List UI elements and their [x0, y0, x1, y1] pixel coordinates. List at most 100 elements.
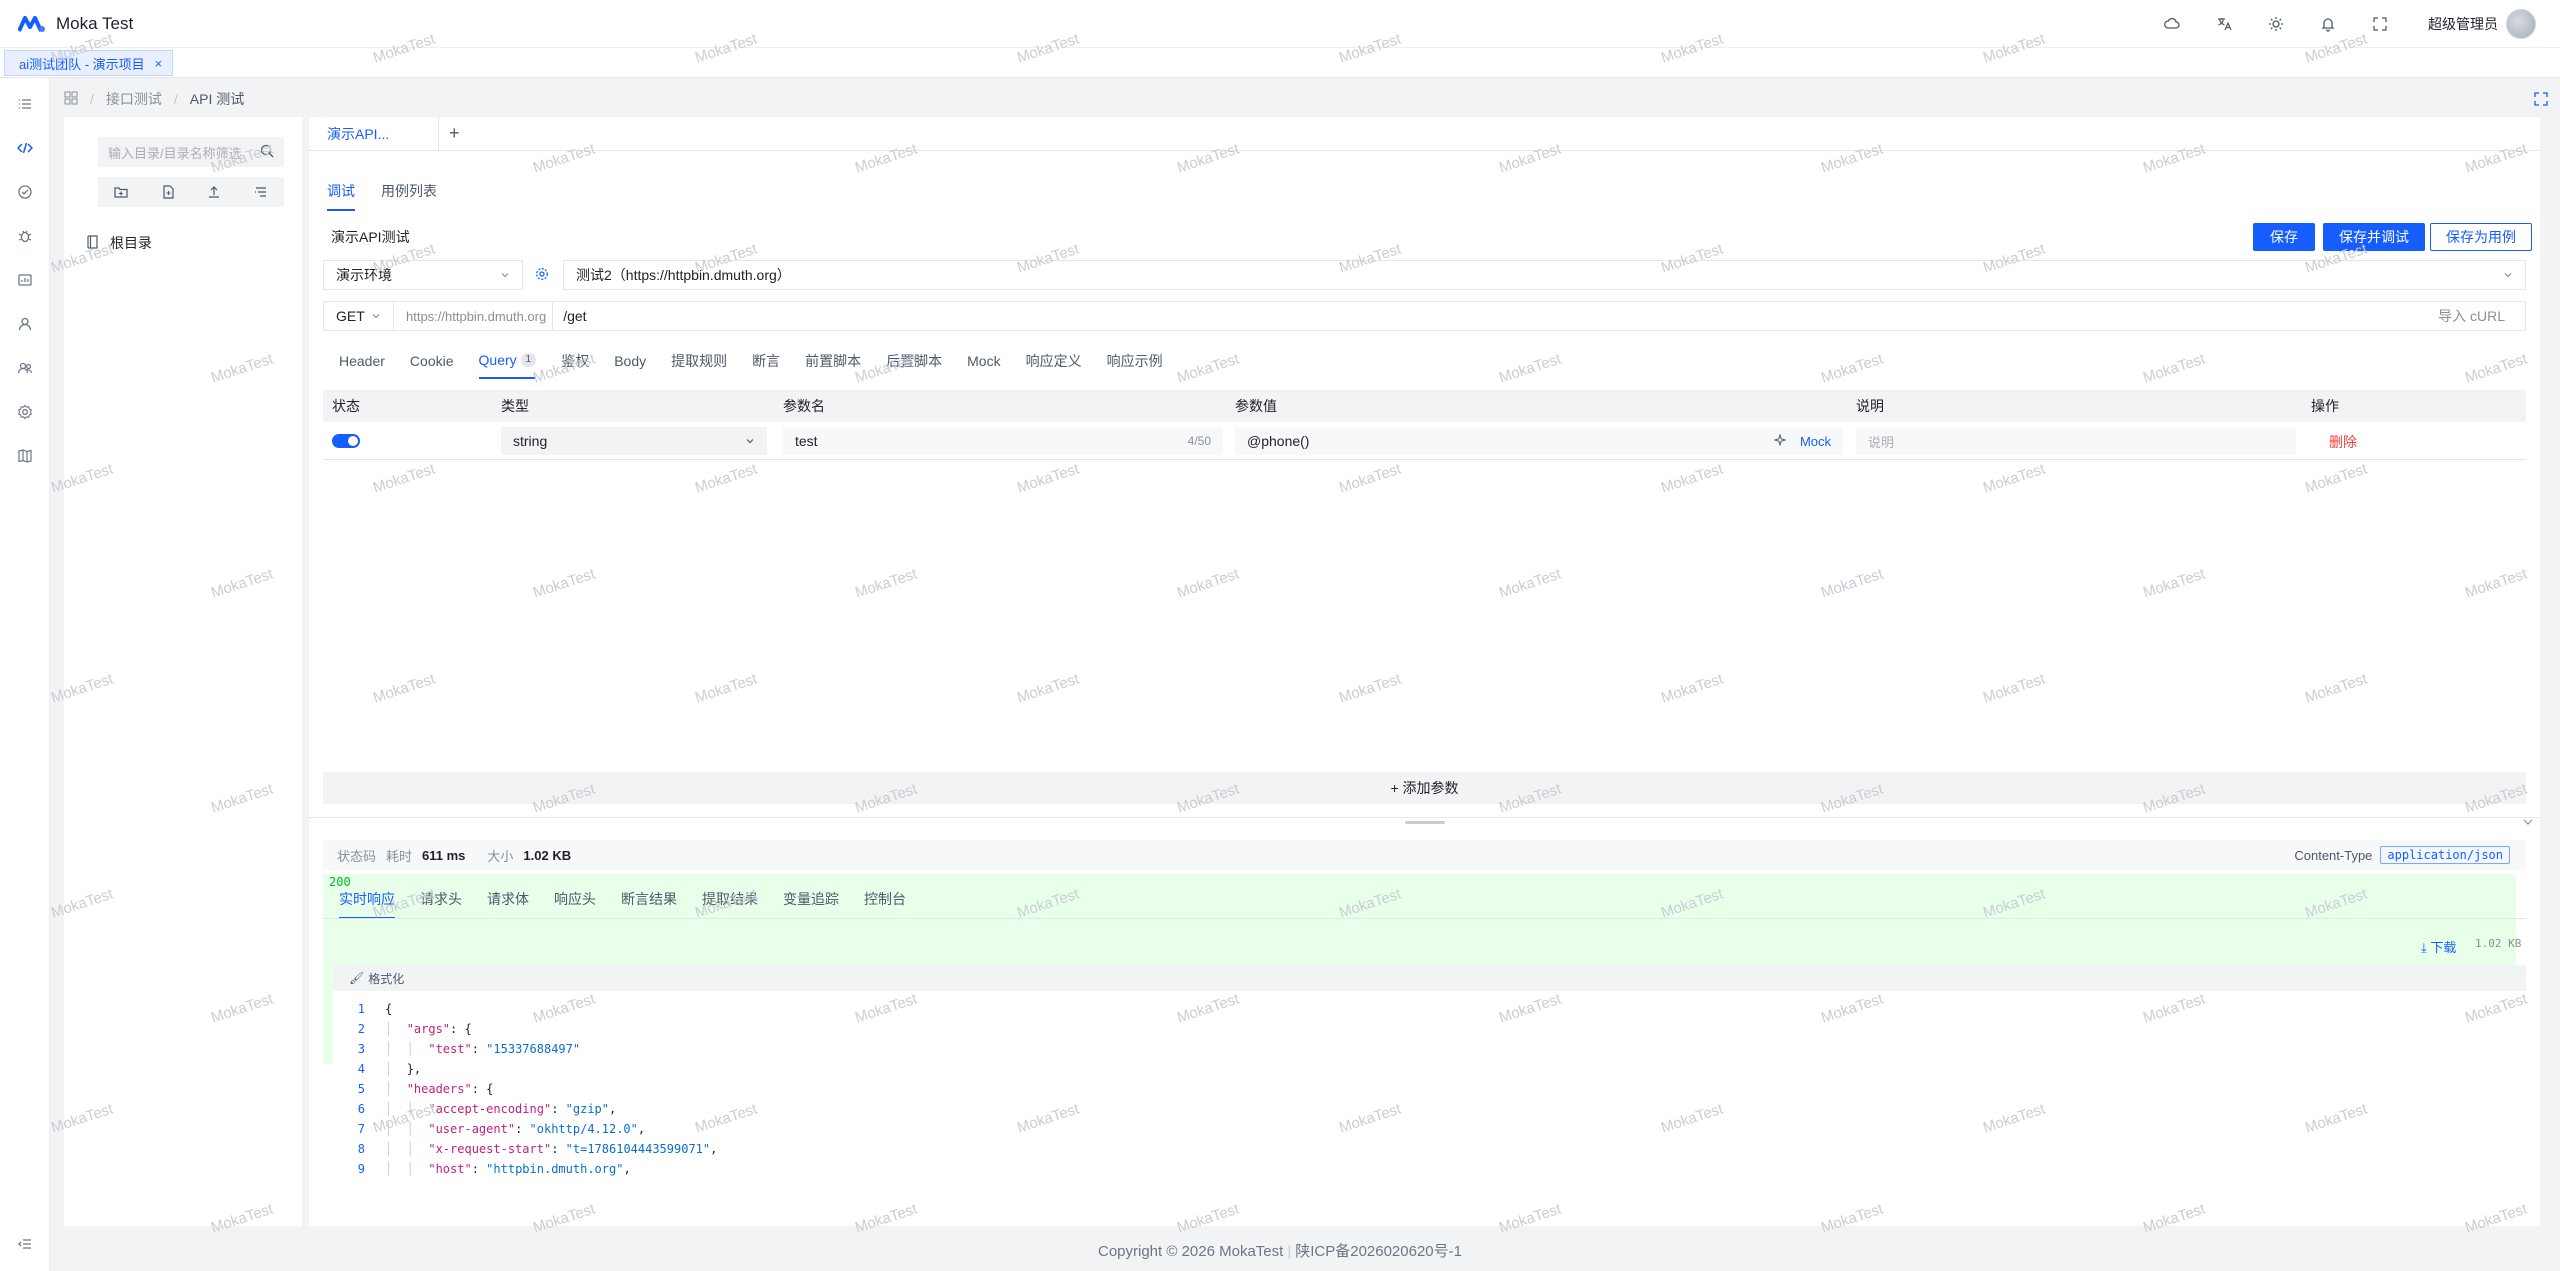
- tab-variable-trace[interactable]: 变量追踪: [783, 889, 839, 919]
- team-icon[interactable]: [15, 358, 35, 378]
- tab-debug[interactable]: 调试: [327, 181, 355, 211]
- path-input[interactable]: /get: [563, 308, 586, 324]
- new-folder-icon[interactable]: [98, 177, 145, 207]
- avatar[interactable]: [2506, 8, 2536, 39]
- format-button[interactable]: 格式化: [368, 970, 404, 987]
- fullscreen-icon[interactable]: [2370, 14, 2390, 34]
- tab-mock[interactable]: Mock: [967, 351, 1000, 379]
- size-value: 1.02 KB: [523, 847, 572, 863]
- param-value-input[interactable]: @phone() Mock: [1235, 427, 1843, 455]
- column-header: 类型: [501, 398, 529, 414]
- tab-case-list[interactable]: 用例列表: [381, 181, 437, 211]
- logo[interactable]: Moka Test: [18, 14, 133, 34]
- tab-post-script[interactable]: 后置脚本: [886, 351, 942, 379]
- moka-logo-icon: [18, 15, 45, 32]
- method-select[interactable]: GET: [324, 302, 394, 330]
- tab-response-definition[interactable]: 响应定义: [1026, 351, 1082, 379]
- api-main-panel: 演示API... + 调试 用例列表 演示API测试 保存 保存并调试 保存为用…: [309, 117, 2540, 1226]
- bell-icon[interactable]: [2318, 14, 2338, 34]
- tab-assertion[interactable]: 断言: [752, 351, 780, 379]
- tab-console[interactable]: 控制台: [864, 889, 906, 919]
- user-name[interactable]: 超级管理员: [2428, 14, 2498, 34]
- report-icon[interactable]: [15, 270, 35, 290]
- resize-handle[interactable]: [1405, 821, 1445, 824]
- response-tabs: 实时响应 请求头 请求体 响应头 断言结果 提取结果 变量追踪 控制台: [339, 889, 931, 919]
- upload-icon[interactable]: [191, 177, 238, 207]
- tab-extract-results[interactable]: 提取结果: [702, 889, 758, 919]
- api-code-icon[interactable]: [15, 138, 35, 158]
- sparkle-icon[interactable]: [1773, 433, 1787, 449]
- icp-link[interactable]: 陕ICP备2026020620号-1: [1295, 1243, 1462, 1260]
- api-tab[interactable]: 演示API...: [309, 117, 439, 151]
- code-line: 1{: [333, 999, 2526, 1019]
- code-line: 4 │ },: [333, 1059, 2526, 1079]
- tab-request-headers[interactable]: 请求头: [420, 889, 462, 919]
- directory-search-input[interactable]: 输入目录/目录名称筛选: [98, 137, 284, 167]
- format-brush-icon[interactable]: 🖌: [349, 971, 364, 985]
- tab-auth[interactable]: 鉴权: [561, 351, 589, 379]
- expand-icon[interactable]: [2534, 92, 2548, 109]
- tab-live-response[interactable]: 实时响应: [339, 889, 395, 919]
- server-select[interactable]: 测试2（https://httpbin.dmuth.org）: [563, 260, 2526, 290]
- mock-button[interactable]: Mock: [1800, 434, 1831, 449]
- theme-sun-icon[interactable]: [2266, 14, 2286, 34]
- page-tab-label: ai测试团队 - 演示项目: [19, 56, 145, 72]
- tab-body[interactable]: Body: [614, 351, 646, 379]
- translate-icon[interactable]: [2214, 14, 2234, 34]
- code-line: 8 │ │ "x-request-start": "t=1786104443599…: [333, 1139, 2526, 1159]
- tab-response-example[interactable]: 响应示例: [1107, 351, 1163, 379]
- footer-separator: |: [1287, 1243, 1292, 1260]
- directory-panel: 输入目录/目录名称筛选 根目录: [64, 117, 302, 1226]
- json-string: "gzip": [565, 1102, 609, 1116]
- save-as-case-button[interactable]: 保存为用例: [2430, 223, 2532, 251]
- user-icon[interactable]: [15, 314, 35, 334]
- breadcrumb-separator: /: [173, 91, 178, 107]
- save-and-debug-button[interactable]: 保存并调试: [2323, 223, 2425, 251]
- param-type-select[interactable]: string: [501, 427, 767, 455]
- check-circle-icon[interactable]: [15, 182, 35, 202]
- param-description-input[interactable]: 说明: [1856, 427, 2296, 455]
- search-icon[interactable]: [260, 144, 274, 161]
- indent-guide: │: [385, 1062, 407, 1076]
- code-text: :: [471, 1162, 487, 1176]
- json-key: "test": [428, 1042, 472, 1056]
- tab-request-body[interactable]: 请求体: [487, 889, 529, 919]
- enabled-toggle[interactable]: [332, 434, 360, 448]
- delete-button[interactable]: 删除: [2329, 432, 2357, 452]
- tree-root-item[interactable]: 根目录: [86, 233, 152, 253]
- json-key: "x-request-start": [428, 1142, 552, 1156]
- line-number: 3: [357, 1042, 365, 1056]
- close-icon[interactable]: ×: [155, 56, 163, 71]
- bug-icon[interactable]: [15, 226, 35, 246]
- environment-settings-icon[interactable]: [535, 267, 549, 284]
- cloud-icon[interactable]: [2162, 14, 2182, 34]
- tab-pre-script[interactable]: 前置脚本: [805, 351, 861, 379]
- tab-extract-rules[interactable]: 提取规则: [671, 351, 727, 379]
- page-tab-project[interactable]: ai测试团队 - 演示项目 ×: [4, 50, 174, 76]
- param-name-input[interactable]: test 4/50: [783, 427, 1223, 455]
- line-number: 8: [357, 1142, 365, 1156]
- menu-icon[interactable]: [15, 94, 35, 114]
- response-code-viewer[interactable]: 🖌 格式化 1{ 2 │ "args": { 3 │ │ "test": "1533…: [333, 965, 2526, 1213]
- time-label: 耗时: [386, 848, 413, 864]
- import-curl-button[interactable]: 导入 cURL: [2438, 306, 2505, 326]
- code-text: {: [385, 1002, 393, 1016]
- download-button[interactable]: ⤓ 下载: [2421, 937, 2456, 956]
- map-book-icon[interactable]: [15, 446, 35, 466]
- add-param-button[interactable]: + 添加参数: [323, 772, 2526, 804]
- tab-query[interactable]: Query 1: [478, 351, 537, 379]
- tab-response-headers[interactable]: 响应头: [554, 889, 596, 919]
- sort-list-icon[interactable]: [238, 177, 285, 207]
- chevron-down-icon[interactable]: [2522, 815, 2534, 831]
- grid-home-icon[interactable]: [64, 91, 78, 108]
- new-file-icon[interactable]: [145, 177, 192, 207]
- add-tab-button[interactable]: +: [449, 123, 460, 144]
- settings-gear-icon[interactable]: [15, 402, 35, 422]
- save-button[interactable]: 保存: [2253, 223, 2315, 251]
- line-number: 6: [357, 1102, 365, 1116]
- tab-header[interactable]: Header: [339, 351, 385, 379]
- environment-select[interactable]: 演示环境: [323, 260, 523, 290]
- breadcrumb-item[interactable]: 接口测试: [106, 89, 162, 109]
- tab-assertion-results[interactable]: 断言结果: [621, 889, 677, 919]
- tab-cookie[interactable]: Cookie: [410, 351, 454, 379]
